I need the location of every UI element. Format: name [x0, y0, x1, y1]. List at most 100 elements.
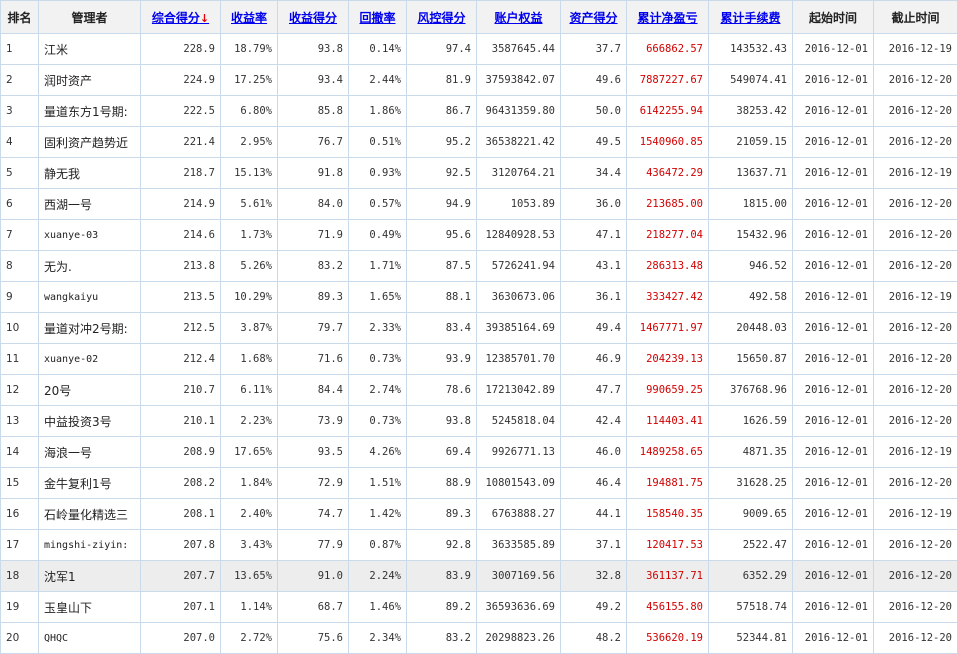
return-score-cell: 79.7: [278, 313, 349, 344]
asset-score-cell: 49.5: [561, 127, 627, 158]
rank-cell: 5: [1, 158, 39, 189]
return-score-cell: 71.6: [278, 344, 349, 375]
return-score-cell: 71.9: [278, 220, 349, 251]
rank-cell: 13: [1, 406, 39, 437]
return-score-cell: 91.8: [278, 158, 349, 189]
risk-score-cell: 81.9: [407, 65, 477, 96]
table-row: 7xuanye-03214.61.73%71.90.49%95.61284092…: [1, 220, 957, 251]
end-time-cell: 2016-12-20: [874, 96, 957, 127]
header-drawdown[interactable]: 回撤率: [349, 1, 407, 34]
equity-cell: 3120764.21: [477, 158, 561, 189]
cum-fee-cell: 15432.96: [709, 220, 793, 251]
return-score-cell: 76.7: [278, 127, 349, 158]
composite-score-cell: 207.0: [141, 623, 221, 654]
cum-pnl-cell: 204239.13: [627, 344, 709, 375]
return-score-cell: 91.0: [278, 561, 349, 592]
asset-score-cell: 36.1: [561, 282, 627, 313]
header-equity[interactable]: 账户权益: [477, 1, 561, 34]
composite-score-cell: 214.9: [141, 189, 221, 220]
cum-fee-cell: 4871.35: [709, 437, 793, 468]
cum-fee-cell: 52344.81: [709, 623, 793, 654]
table-row: 16石岭量化精选三208.12.40%74.71.42%89.36763888.…: [1, 499, 957, 530]
start-time-cell: 2016-12-01: [793, 561, 874, 592]
header-start-time: 起始时间: [793, 1, 874, 34]
cum-pnl-cell: 990659.25: [627, 375, 709, 406]
equity-cell: 3633585.89: [477, 530, 561, 561]
asset-score-cell: 49.6: [561, 65, 627, 96]
risk-score-cell: 89.2: [407, 592, 477, 623]
cum-fee-cell: 13637.71: [709, 158, 793, 189]
composite-score-cell: 224.9: [141, 65, 221, 96]
manager-cell: 固利资产趋势近: [39, 127, 141, 158]
manager-cell: 玉皇山下: [39, 592, 141, 623]
risk-score-cell: 88.1: [407, 282, 477, 313]
return-rate-cell: 17.65%: [221, 437, 278, 468]
risk-score-cell: 97.4: [407, 34, 477, 65]
drawdown-cell: 0.73%: [349, 406, 407, 437]
header-cum-pnl[interactable]: 累计净盈亏: [627, 1, 709, 34]
header-return-rate[interactable]: 收益率: [221, 1, 278, 34]
cum-pnl-cell: 286313.48: [627, 251, 709, 282]
start-time-cell: 2016-12-01: [793, 220, 874, 251]
end-time-cell: 2016-12-19: [874, 34, 957, 65]
table-row: 6西湖一号214.95.61%84.00.57%94.91053.8936.02…: [1, 189, 957, 220]
rank-cell: 8: [1, 251, 39, 282]
equity-cell: 1053.89: [477, 189, 561, 220]
cum-fee-cell: 6352.29: [709, 561, 793, 592]
end-time-cell: 2016-12-20: [874, 406, 957, 437]
return-score-cell: 93.4: [278, 65, 349, 96]
risk-score-cell: 87.5: [407, 251, 477, 282]
header-asset-score[interactable]: 资产得分: [561, 1, 627, 34]
table-row: 1江米228.918.79%93.80.14%97.43587645.4437.…: [1, 34, 957, 65]
cum-pnl-cell: 120417.53: [627, 530, 709, 561]
cum-pnl-cell: 158540.35: [627, 499, 709, 530]
end-time-cell: 2016-12-20: [874, 127, 957, 158]
table-body: 1江米228.918.79%93.80.14%97.43587645.4437.…: [1, 34, 957, 654]
return-rate-cell: 1.73%: [221, 220, 278, 251]
table-row: 13中益投资3号210.12.23%73.90.73%93.85245818.0…: [1, 406, 957, 437]
risk-score-cell: 83.4: [407, 313, 477, 344]
risk-score-cell: 83.2: [407, 623, 477, 654]
header-return-score[interactable]: 收益得分: [278, 1, 349, 34]
end-time-cell: 2016-12-20: [874, 375, 957, 406]
end-time-cell: 2016-12-19: [874, 437, 957, 468]
table-row: 4固利资产趋势近221.42.95%76.70.51%95.236538221.…: [1, 127, 957, 158]
manager-cell: mingshi-ziyin:: [39, 530, 141, 561]
manager-cell: 无为.: [39, 251, 141, 282]
cum-pnl-cell: 361137.71: [627, 561, 709, 592]
cum-pnl-cell: 114403.41: [627, 406, 709, 437]
rank-cell: 12: [1, 375, 39, 406]
risk-score-cell: 78.6: [407, 375, 477, 406]
return-score-cell: 93.8: [278, 34, 349, 65]
manager-cell: 中益投资3号: [39, 406, 141, 437]
end-time-cell: 2016-12-20: [874, 313, 957, 344]
equity-cell: 9926771.13: [477, 437, 561, 468]
drawdown-cell: 4.26%: [349, 437, 407, 468]
asset-score-cell: 50.0: [561, 96, 627, 127]
start-time-cell: 2016-12-01: [793, 499, 874, 530]
end-time-cell: 2016-12-20: [874, 623, 957, 654]
composite-score-cell: 221.4: [141, 127, 221, 158]
table-row: 10量道对冲2号期:212.53.87%79.72.33%83.43938516…: [1, 313, 957, 344]
composite-score-cell: 207.8: [141, 530, 221, 561]
drawdown-cell: 1.46%: [349, 592, 407, 623]
start-time-cell: 2016-12-01: [793, 96, 874, 127]
start-time-cell: 2016-12-01: [793, 437, 874, 468]
end-time-cell: 2016-12-20: [874, 592, 957, 623]
drawdown-cell: 1.51%: [349, 468, 407, 499]
header-cum-fee[interactable]: 累计手续费: [709, 1, 793, 34]
header-risk-score[interactable]: 风控得分: [407, 1, 477, 34]
return-score-cell: 84.0: [278, 189, 349, 220]
start-time-cell: 2016-12-01: [793, 65, 874, 96]
equity-cell: 17213042.89: [477, 375, 561, 406]
header-composite-score[interactable]: 综合得分↓: [141, 1, 221, 34]
start-time-cell: 2016-12-01: [793, 34, 874, 65]
return-score-cell: 75.6: [278, 623, 349, 654]
composite-score-cell: 218.7: [141, 158, 221, 189]
table-row: 9wangkaiyu213.510.29%89.31.65%88.1363067…: [1, 282, 957, 313]
return-score-cell: 77.9: [278, 530, 349, 561]
asset-score-cell: 37.1: [561, 530, 627, 561]
cum-pnl-cell: 333427.42: [627, 282, 709, 313]
asset-score-cell: 44.1: [561, 499, 627, 530]
drawdown-cell: 0.87%: [349, 530, 407, 561]
